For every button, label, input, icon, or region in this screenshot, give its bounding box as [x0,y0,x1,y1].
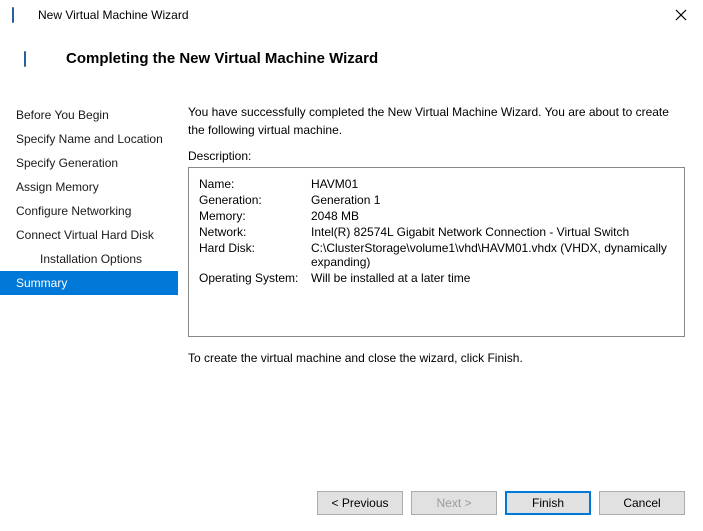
outro-text: To create the virtual machine and close … [188,351,685,365]
next-button: Next > [411,491,497,515]
description-label: Description: [188,149,685,163]
wizard-step[interactable]: Specify Generation [0,151,178,175]
description-box: Name:HAVM01Generation:Generation 1Memory… [188,167,685,337]
previous-button[interactable]: < Previous [317,491,403,515]
page-title: Completing the New Virtual Machine Wizar… [66,50,378,67]
wizard-step[interactable]: Assign Memory [0,175,178,199]
description-table: Name:HAVM01Generation:Generation 1Memory… [199,176,674,286]
description-value: Generation 1 [311,192,674,208]
description-row: Network:Intel(R) 82574L Gigabit Network … [199,224,674,240]
titlebar: New Virtual Machine Wizard [0,0,703,30]
wizard-main: You have successfully completed the New … [178,85,703,455]
wizard-steps-sidebar: Before You BeginSpecify Name and Locatio… [0,85,178,455]
close-icon[interactable] [669,9,693,21]
window-title: New Virtual Machine Wizard [38,8,669,22]
description-key: Network: [199,224,311,240]
description-value: Will be installed at a later time [311,270,674,286]
wizard-step[interactable]: Connect Virtual Hard Disk [0,223,178,247]
description-key: Name: [199,176,311,192]
wizard-step[interactable]: Before You Begin [0,103,178,127]
description-value: 2048 MB [311,208,674,224]
description-row: Name:HAVM01 [199,176,674,192]
description-key: Memory: [199,208,311,224]
finish-button[interactable]: Finish [505,491,591,515]
wizard-step[interactable]: Installation Options [0,247,178,271]
wizard-buttons: < Previous Next > Finish Cancel [317,491,685,515]
description-value: HAVM01 [311,176,674,192]
vm-wizard-icon [12,8,30,22]
description-row: Hard Disk:C:\ClusterStorage\volume1\vhd\… [199,240,674,270]
wizard-step[interactable]: Configure Networking [0,199,178,223]
description-value: Intel(R) 82574L Gigabit Network Connecti… [311,224,674,240]
intro-text: You have successfully completed the New … [188,103,685,139]
wizard-step[interactable]: Summary [0,271,178,295]
wizard-header: Completing the New Virtual Machine Wizar… [0,30,703,85]
description-value: C:\ClusterStorage\volume1\vhd\HAVM01.vhd… [311,240,674,270]
description-row: Memory:2048 MB [199,208,674,224]
vm-header-icon [24,52,42,66]
description-key: Hard Disk: [199,240,311,270]
description-key: Operating System: [199,270,311,286]
wizard-step[interactable]: Specify Name and Location [0,127,178,151]
description-row: Generation:Generation 1 [199,192,674,208]
cancel-button[interactable]: Cancel [599,491,685,515]
description-key: Generation: [199,192,311,208]
description-row: Operating System:Will be installed at a … [199,270,674,286]
